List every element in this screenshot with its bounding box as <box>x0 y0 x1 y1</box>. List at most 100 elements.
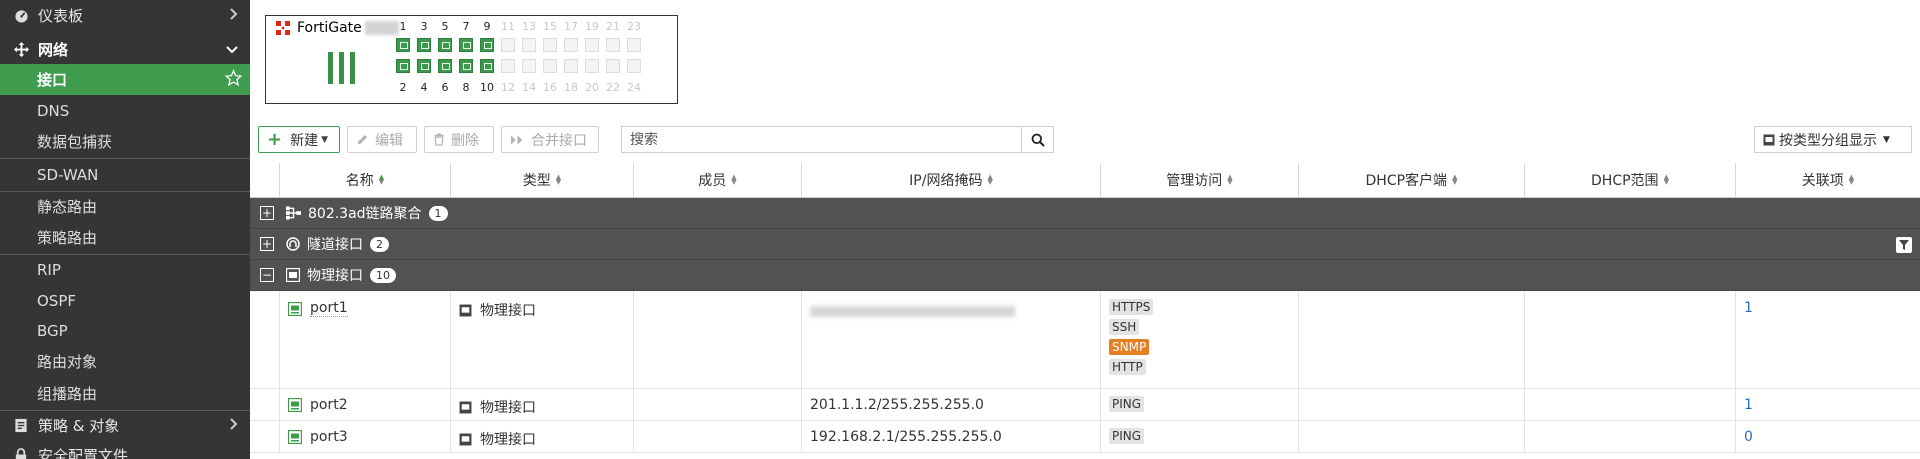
port-active-icon[interactable] <box>438 59 452 73</box>
port-active-icon[interactable] <box>417 59 431 73</box>
port-name-link[interactable]: port2 <box>310 397 348 413</box>
merge-arrows-icon <box>510 134 525 146</box>
expand-icon[interactable]: + <box>260 206 274 220</box>
sidebar-item-network[interactable]: 网络 <box>0 34 250 64</box>
column-header-name[interactable]: 名称 ▲ ▼ <box>280 163 451 198</box>
port-number-label: 12 <box>501 81 515 94</box>
sidebar-item-label: 策略 & 对象 <box>38 416 120 435</box>
references-link[interactable]: 1 <box>1744 397 1753 413</box>
edit-button[interactable]: 编辑 <box>347 126 417 153</box>
column-header-ip-netmask[interactable]: IP/网络掩码 ▲ ▼ <box>802 163 1101 198</box>
sidebar-item-dns[interactable]: DNS <box>0 95 250 126</box>
column-header-dhcp-client[interactable]: DHCP客户端 ▲ ▼ <box>1299 163 1525 198</box>
cell-name: port1 <box>280 291 451 388</box>
port-name-link[interactable]: port1 <box>310 300 348 317</box>
cell-admin-access: HTTPS SSH SNMP HTTP <box>1101 291 1299 388</box>
port-inactive-icon[interactable] <box>606 59 620 73</box>
sidebar-item-packet-capture[interactable]: 数据包捕获 <box>0 126 250 157</box>
sidebar-item-ospf[interactable]: OSPF <box>0 285 250 316</box>
port-inactive-icon[interactable] <box>627 59 641 73</box>
column-header-members[interactable]: 成员 ▲ ▼ <box>634 163 802 198</box>
port-inactive-icon[interactable] <box>522 59 536 73</box>
expand-icon[interactable]: + <box>260 237 274 251</box>
sidebar-item-security-profiles[interactable]: 安全配置文件 <box>0 440 250 459</box>
group-row-tunnel[interactable]: + 隧道接口 2 <box>250 229 1920 260</box>
tunnel-icon <box>286 237 300 251</box>
group-by-type-dropdown[interactable]: 按类型分组显示 ▼ <box>1754 126 1912 153</box>
search-button[interactable] <box>1021 126 1054 153</box>
sidebar-item-sd-wan[interactable]: SD-WAN <box>0 159 250 190</box>
sidebar-item-label: 网络 <box>38 40 69 59</box>
column-header-admin-access[interactable]: 管理访问 ▲ ▼ <box>1101 163 1299 198</box>
column-header-type[interactable]: 类型 ▲ ▼ <box>451 163 634 198</box>
port-up-icon <box>288 398 302 412</box>
sidebar-item-bgp[interactable]: BGP <box>0 315 250 346</box>
port-inactive-icon[interactable] <box>585 59 599 73</box>
table-row[interactable]: port3 物理接口 192.168.2.1/255.255.255.0 PIN… <box>250 421 1920 453</box>
group-row-aggregate[interactable]: + 802.3ad链路聚合 1 <box>250 198 1920 229</box>
port-inactive-icon[interactable] <box>522 38 536 52</box>
port-active-icon[interactable] <box>396 38 410 52</box>
table-row[interactable]: port1 物理接口 HTTPS SSH SNMP HTTP 1 <box>250 291 1920 389</box>
port-active-icon[interactable] <box>459 38 473 52</box>
search-input[interactable] <box>621 126 1022 153</box>
filter-icon[interactable] <box>1896 237 1912 253</box>
table-row[interactable]: port2 物理接口 201.1.1.2/255.255.255.0 PING … <box>250 389 1920 421</box>
cell-references: 1 <box>1736 389 1920 420</box>
port-inactive-icon[interactable] <box>543 38 557 52</box>
sort-icon: ▲ ▼ <box>378 173 385 186</box>
sidebar-item-static-routes[interactable]: 静态路由 <box>0 191 250 222</box>
port-inactive-icon[interactable] <box>501 38 515 52</box>
star-icon[interactable] <box>224 68 243 90</box>
port-active-icon[interactable] <box>480 59 494 73</box>
port-active-icon[interactable] <box>480 38 494 52</box>
port-inactive-icon[interactable] <box>543 59 557 73</box>
power-indicator <box>328 52 355 84</box>
gauge-icon <box>12 6 30 24</box>
port-number-label: 11 <box>501 20 515 33</box>
sidebar-item-label: DNS <box>37 101 70 120</box>
caret-down-icon: ▼ <box>321 134 329 145</box>
port-active-icon[interactable] <box>459 59 473 73</box>
row-spacer <box>250 291 280 388</box>
port-active-icon[interactable] <box>396 59 410 73</box>
row-spacer <box>250 389 280 420</box>
cell-dhcp-range <box>1525 421 1736 452</box>
port-inactive-icon[interactable] <box>564 59 578 73</box>
port-inactive-icon[interactable] <box>564 38 578 52</box>
edit-label: 编辑 <box>375 132 403 149</box>
port-name-link[interactable]: port3 <box>310 429 348 445</box>
sort-icon: ▲ ▼ <box>731 173 737 186</box>
sidebar-item-policy-objects[interactable]: 策略 & 对象 <box>0 410 250 440</box>
references-link[interactable]: 0 <box>1744 429 1753 445</box>
sidebar-item-rip[interactable]: RIP <box>0 254 250 285</box>
sidebar-item-routing-objects[interactable]: 路由对象 <box>0 346 250 377</box>
port-inactive-icon[interactable] <box>585 38 599 52</box>
cell-admin-access: PING <box>1101 389 1299 420</box>
search-icon <box>1031 133 1045 147</box>
sidebar-item-multicast[interactable]: 组播路由 <box>0 378 250 409</box>
collapse-icon[interactable]: − <box>260 268 274 282</box>
delete-button[interactable]: 删除 <box>424 126 494 153</box>
group-row-physical[interactable]: − 物理接口 10 <box>250 260 1920 291</box>
column-header-references[interactable]: 关联项 ▲ ▼ <box>1736 163 1920 198</box>
column-header-label: DHCP客户端 <box>1365 173 1448 189</box>
redacted-ip <box>810 306 1015 317</box>
port-active-icon[interactable] <box>438 38 452 52</box>
column-header-dhcp-range[interactable]: DHCP范围 ▲ ▼ <box>1525 163 1736 198</box>
references-link[interactable]: 1 <box>1744 300 1753 316</box>
sidebar-item-dashboard[interactable]: 仪表板 <box>0 0 250 30</box>
port-inactive-icon[interactable] <box>627 38 641 52</box>
ethernet-port-icon <box>459 433 472 446</box>
create-new-button[interactable]: + 新建 ▼ <box>258 126 340 153</box>
port-active-icon[interactable] <box>417 38 431 52</box>
sort-icon: ▲ ▼ <box>1227 173 1233 186</box>
sidebar-item-interfaces[interactable]: 接口 <box>0 64 250 95</box>
port-inactive-icon[interactable] <box>606 38 620 52</box>
port-up-icon <box>288 430 302 444</box>
row-spacer <box>250 421 280 452</box>
sidebar-item-policy-routes[interactable]: 策略路由 <box>0 222 250 253</box>
merge-interfaces-button[interactable]: 合并接口 <box>501 126 599 153</box>
port-number-label: 5 <box>441 20 449 33</box>
port-inactive-icon[interactable] <box>501 59 515 73</box>
